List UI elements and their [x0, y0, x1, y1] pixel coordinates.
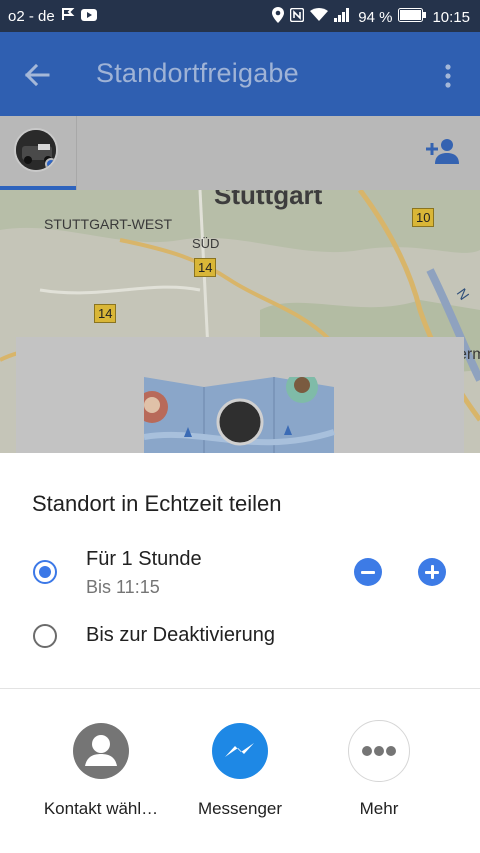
minus-icon — [361, 570, 375, 574]
map-district-label: STUTTGART-WEST — [44, 216, 173, 232]
intro-card — [16, 337, 464, 457]
radio-one-hour[interactable] — [33, 560, 57, 584]
wifi-icon — [310, 8, 329, 26]
app-bar: Standortfreigabe — [0, 32, 480, 116]
flag-icon — [61, 7, 75, 25]
clock: 10:15 — [432, 8, 470, 26]
share-sheet: Standort in Echtzeit teilen Für 1 Stunde… — [0, 453, 480, 853]
own-avatar-tab[interactable] — [14, 128, 58, 172]
arrow-back-icon[interactable] — [22, 60, 52, 90]
option-one-hour-label[interactable]: Für 1 Stunde — [86, 548, 202, 571]
road-shield: 14 — [194, 258, 217, 277]
decrease-duration-button[interactable] — [354, 558, 382, 586]
road-shield: 14 — [94, 304, 117, 323]
map-city-label: Stuttgart — [214, 190, 323, 210]
increase-duration-button[interactable] — [418, 558, 446, 586]
map-district-label: SÜD — [192, 236, 220, 251]
location-icon — [272, 7, 285, 27]
nfc-icon — [290, 7, 305, 26]
page-title: Standortfreigabe — [96, 58, 299, 88]
option-until-deactivation-label[interactable]: Bis zur Deaktivierung — [86, 624, 275, 647]
contact-icon — [73, 723, 129, 779]
carrier-label: o2 - de — [8, 7, 55, 25]
plus-icon-vertical — [430, 565, 434, 579]
share-target-label: Mehr — [359, 799, 399, 818]
share-target-label: Kontakt wähl… — [43, 799, 159, 818]
more-horiz-icon — [348, 720, 410, 782]
person-add-icon[interactable] — [426, 138, 460, 164]
radio-until-deactivation[interactable] — [33, 624, 57, 648]
map-illustration — [144, 377, 335, 457]
share-target-contact[interactable]: Kontakt wähl… — [31, 723, 171, 819]
share-target-messenger[interactable]: Messenger — [170, 723, 310, 819]
messenger-icon — [212, 723, 268, 779]
youtube-icon — [80, 8, 97, 25]
more-vert-icon[interactable] — [444, 64, 452, 88]
share-target-more[interactable]: Mehr — [309, 720, 449, 819]
battery-icon — [398, 8, 427, 26]
signal-icon — [334, 8, 352, 26]
divider — [0, 688, 480, 689]
status-badge — [45, 158, 56, 170]
tab-divider — [76, 116, 77, 190]
battery-percent: 94 % — [358, 8, 393, 26]
road-shield: 10 — [412, 208, 435, 227]
people-tab-row — [0, 116, 480, 190]
status-bar: o2 - de 94 % 10:15 — [0, 0, 480, 32]
sheet-title: Standort in Echtzeit teilen — [32, 491, 282, 516]
option-one-hour-until: Bis 11:15 — [86, 577, 160, 597]
share-target-label: Messenger — [197, 799, 283, 818]
